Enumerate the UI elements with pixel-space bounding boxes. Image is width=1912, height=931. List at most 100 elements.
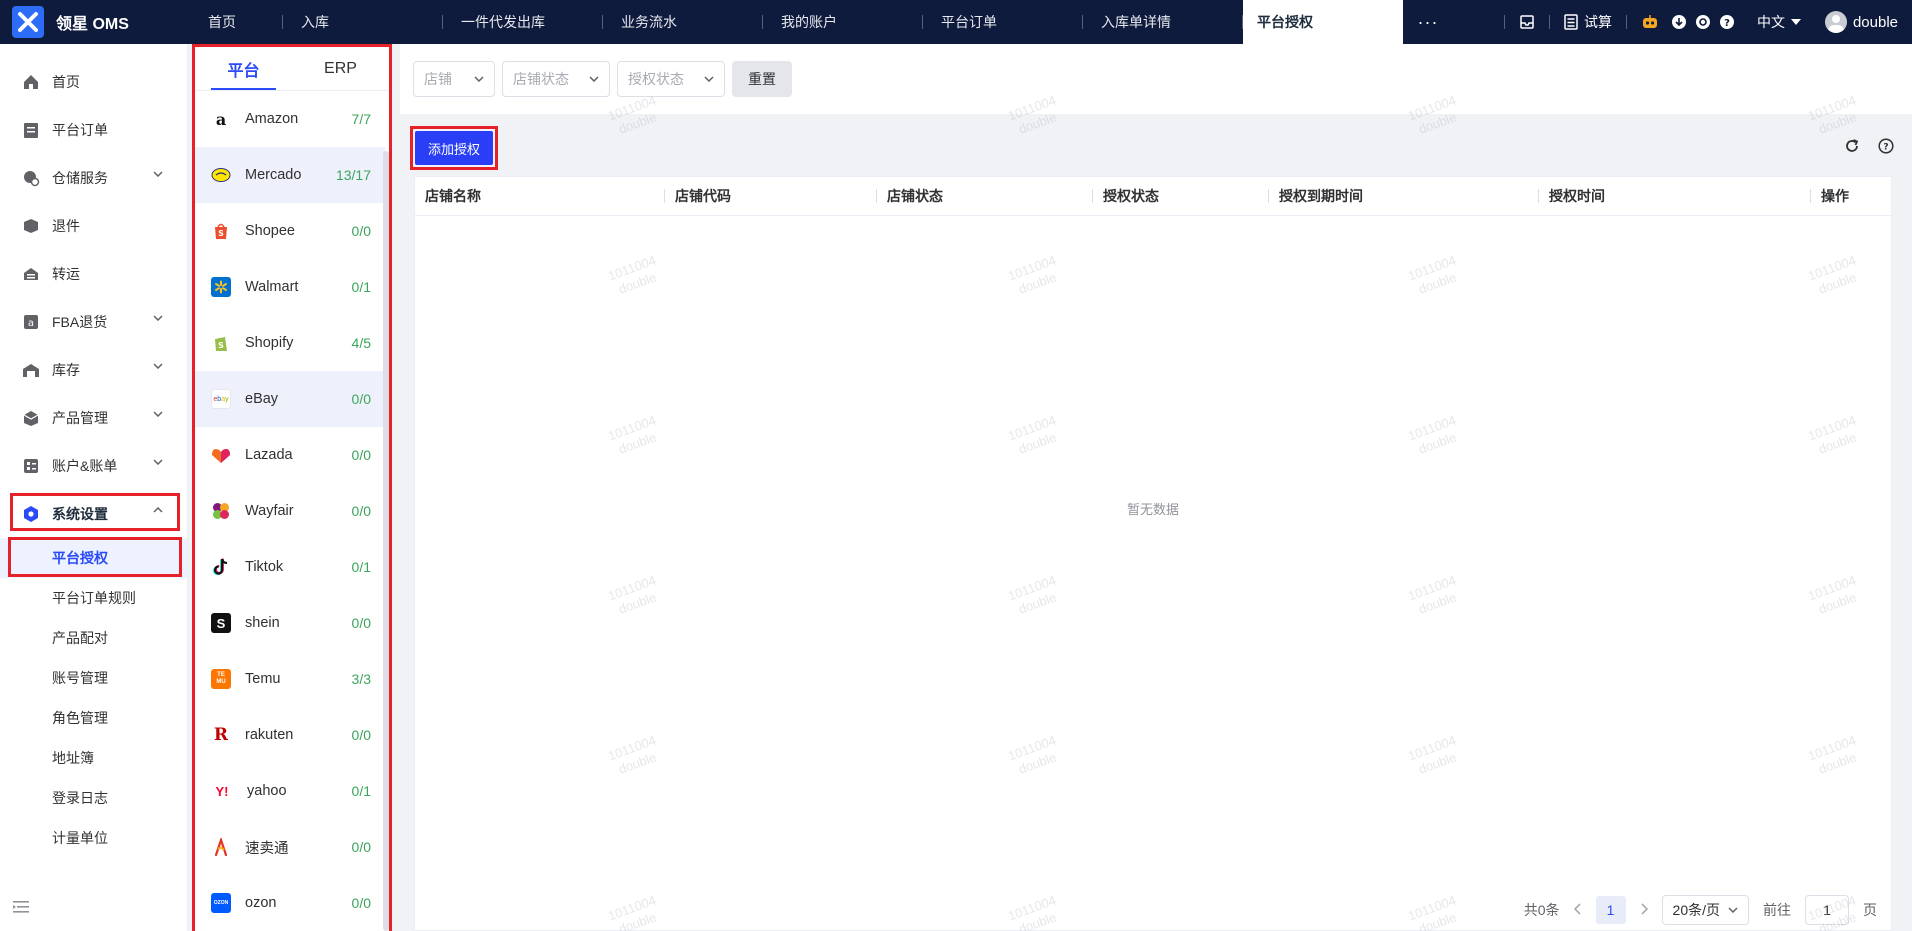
inbox-icon[interactable] xyxy=(1511,0,1543,44)
top-right-tools: 试算 ? 中文 double xyxy=(1498,0,1912,44)
download-icon[interactable] xyxy=(1667,0,1691,44)
tab-platform-orders[interactable]: 平台订单 xyxy=(923,0,1083,44)
nav-tabs: 首页 入库 一件代发出库 业务流水 我的账户 平台订单 入库单详情 平台授权 ·… xyxy=(190,0,1498,44)
calculator-icon xyxy=(1564,14,1578,30)
empty-state-text: 暂无数据 xyxy=(1126,502,1179,517)
platform-item-mercado[interactable]: Mercado 13/17 xyxy=(195,147,385,203)
pagination: 共0条 1 20条/页 前往 页 xyxy=(1524,890,1877,930)
shein-logo-icon: S xyxy=(211,613,231,633)
tab-home[interactable]: 首页 xyxy=(190,0,283,44)
auth-status-select[interactable]: 授权状态 xyxy=(617,61,725,97)
platform-item-walmart[interactable]: Walmart 0/1 xyxy=(195,259,385,315)
svg-text:S: S xyxy=(218,341,224,350)
page-number-current[interactable]: 1 xyxy=(1595,896,1626,924)
chevron-down-icon xyxy=(153,171,163,177)
sidebar-subitem-platform-order-rules[interactable]: 平台订单规则 xyxy=(0,578,187,618)
tab-platform-auth[interactable]: 平台授权 xyxy=(1243,0,1403,44)
svg-text:?: ? xyxy=(1724,18,1730,29)
platform-item-ozon[interactable]: OZON ozon 0/0 xyxy=(195,875,385,931)
column-shop-name: 店铺名称 xyxy=(415,177,665,216)
platform-item-temu[interactable]: TE MU Temu 3/3 xyxy=(195,651,385,707)
platform-item-lazada[interactable]: Lazada 0/0 xyxy=(195,427,385,483)
sidebar-subitem-role-management[interactable]: 角色管理 xyxy=(0,698,187,738)
trial-calc-button[interactable]: 试算 xyxy=(1556,0,1620,44)
sidebar-item-account-billing[interactable]: 账户&账单 xyxy=(0,442,187,490)
platform-item-yahoo[interactable]: Y! yahoo 0/1 xyxy=(195,763,385,819)
walmart-logo-icon xyxy=(211,277,231,297)
next-page-button[interactable] xyxy=(1640,902,1648,918)
sidebar-item-transfer[interactable]: 转运 xyxy=(0,250,187,298)
temu-logo-icon: TE MU xyxy=(211,669,231,689)
ozon-logo-icon: OZON xyxy=(211,893,231,913)
sidebar-subitem-units[interactable]: 计量单位 xyxy=(0,818,187,858)
settings-icon[interactable] xyxy=(1691,0,1715,44)
svg-text:a: a xyxy=(28,318,34,329)
platform-item-ebay[interactable]: ebay eBay 0/0 xyxy=(195,371,385,427)
billing-icon xyxy=(22,457,40,475)
sidebar-item-returns[interactable]: 退件 xyxy=(0,202,187,250)
chevron-down-icon xyxy=(153,459,163,465)
rakuten-logo-icon: R xyxy=(213,725,229,745)
sidebar-item-product-management[interactable]: 产品管理 xyxy=(0,394,187,442)
sidebar-subitem-platform-auth[interactable]: 平台授权 xyxy=(0,538,187,578)
platform-item-shein[interactable]: S shein 0/0 xyxy=(195,595,385,651)
svg-text:S: S xyxy=(218,229,224,238)
more-tabs-button[interactable]: ··· xyxy=(1403,0,1453,44)
collapse-sidebar-icon[interactable] xyxy=(12,899,30,919)
reset-button[interactable]: 重置 xyxy=(732,61,792,97)
tab-my-account[interactable]: 我的账户 xyxy=(763,0,923,44)
goto-page-input[interactable] xyxy=(1805,895,1849,925)
svg-text:?: ? xyxy=(1883,143,1888,153)
shopify-logo-icon: S xyxy=(211,333,231,353)
sidebar-item-inventory[interactable]: 库存 xyxy=(0,346,187,394)
platform-item-tiktok[interactable]: Tiktok 0/1 xyxy=(195,539,385,595)
chevron-down-icon xyxy=(153,363,163,369)
page-size-select[interactable]: 20条/页 xyxy=(1661,895,1749,925)
sidebar-subitem-product-pairing[interactable]: 产品配对 xyxy=(0,618,187,658)
sidebar-item-fba-returns[interactable]: a FBA退货 xyxy=(0,298,187,346)
platform-list-scrollbar[interactable] xyxy=(383,151,389,931)
chevron-down-icon xyxy=(1790,19,1801,25)
brand-logo-icon xyxy=(12,6,44,38)
platform-item-aliexpress[interactable]: 速卖通 0/0 xyxy=(195,819,385,875)
home-icon xyxy=(22,73,40,91)
tab-erp[interactable]: ERP xyxy=(292,47,389,90)
shop-status-select[interactable]: 店铺状态 xyxy=(502,61,610,97)
sidebar-subitem-login-log[interactable]: 登录日志 xyxy=(0,778,187,818)
platform-item-shopify[interactable]: S Shopify 4/5 xyxy=(195,315,385,371)
sidebar-item-warehouse-services[interactable]: 仓储服务 xyxy=(0,154,187,202)
help-icon[interactable]: ? xyxy=(1715,0,1739,44)
sidebar-subitem-account-management[interactable]: 账号管理 xyxy=(0,658,187,698)
help-icon[interactable]: ? xyxy=(1878,138,1894,158)
refresh-icon[interactable] xyxy=(1844,138,1860,158)
aliexpress-logo-icon xyxy=(211,837,231,857)
shopee-logo-icon: S xyxy=(211,221,231,241)
platform-panel: 平台 ERP a Amazon 7/7 Mercado 13/17 S Shop… xyxy=(192,44,392,931)
sidebar: 首页 平台订单 仓储服务 退件 转运 a FBA退货 库存 产品管理 账户&账单 xyxy=(0,44,188,931)
brand[interactable]: 领星 OMS xyxy=(0,6,190,38)
tab-inbound[interactable]: 入库 xyxy=(283,0,443,44)
tab-platform[interactable]: 平台 xyxy=(195,47,292,90)
robot-icon[interactable] xyxy=(1633,0,1667,44)
tab-inbound-detail[interactable]: 入库单详情 xyxy=(1083,0,1243,44)
sidebar-subitem-address-book[interactable]: 地址簿 xyxy=(0,738,187,778)
prev-page-button[interactable] xyxy=(1573,902,1582,918)
shop-select[interactable]: 店铺 xyxy=(413,61,495,97)
sidebar-item-home[interactable]: 首页 xyxy=(0,58,187,106)
sidebar-item-platform-orders[interactable]: 平台订单 xyxy=(0,106,187,154)
return-box-icon xyxy=(22,217,40,235)
transfer-icon xyxy=(22,265,40,283)
platform-item-rakuten[interactable]: R rakuten 0/0 xyxy=(195,707,385,763)
add-auth-button[interactable]: 添加授权 xyxy=(415,131,493,165)
tab-business-flow[interactable]: 业务流水 xyxy=(603,0,763,44)
clipboard-icon xyxy=(22,121,40,139)
tab-dropship-outbound[interactable]: 一件代发出库 xyxy=(443,0,603,44)
platform-item-amazon[interactable]: a Amazon 7/7 xyxy=(195,91,385,147)
language-select[interactable]: 中文 xyxy=(1739,0,1809,44)
user-menu[interactable]: double xyxy=(1809,0,1912,44)
warehouse-icon xyxy=(22,169,40,187)
sidebar-item-system-settings[interactable]: 系统设置 xyxy=(0,490,187,538)
platform-item-wayfair[interactable]: Wayfair 0/0 xyxy=(195,483,385,539)
platform-item-shopee[interactable]: S Shopee 0/0 xyxy=(195,203,385,259)
total-count: 共0条 xyxy=(1523,902,1560,918)
